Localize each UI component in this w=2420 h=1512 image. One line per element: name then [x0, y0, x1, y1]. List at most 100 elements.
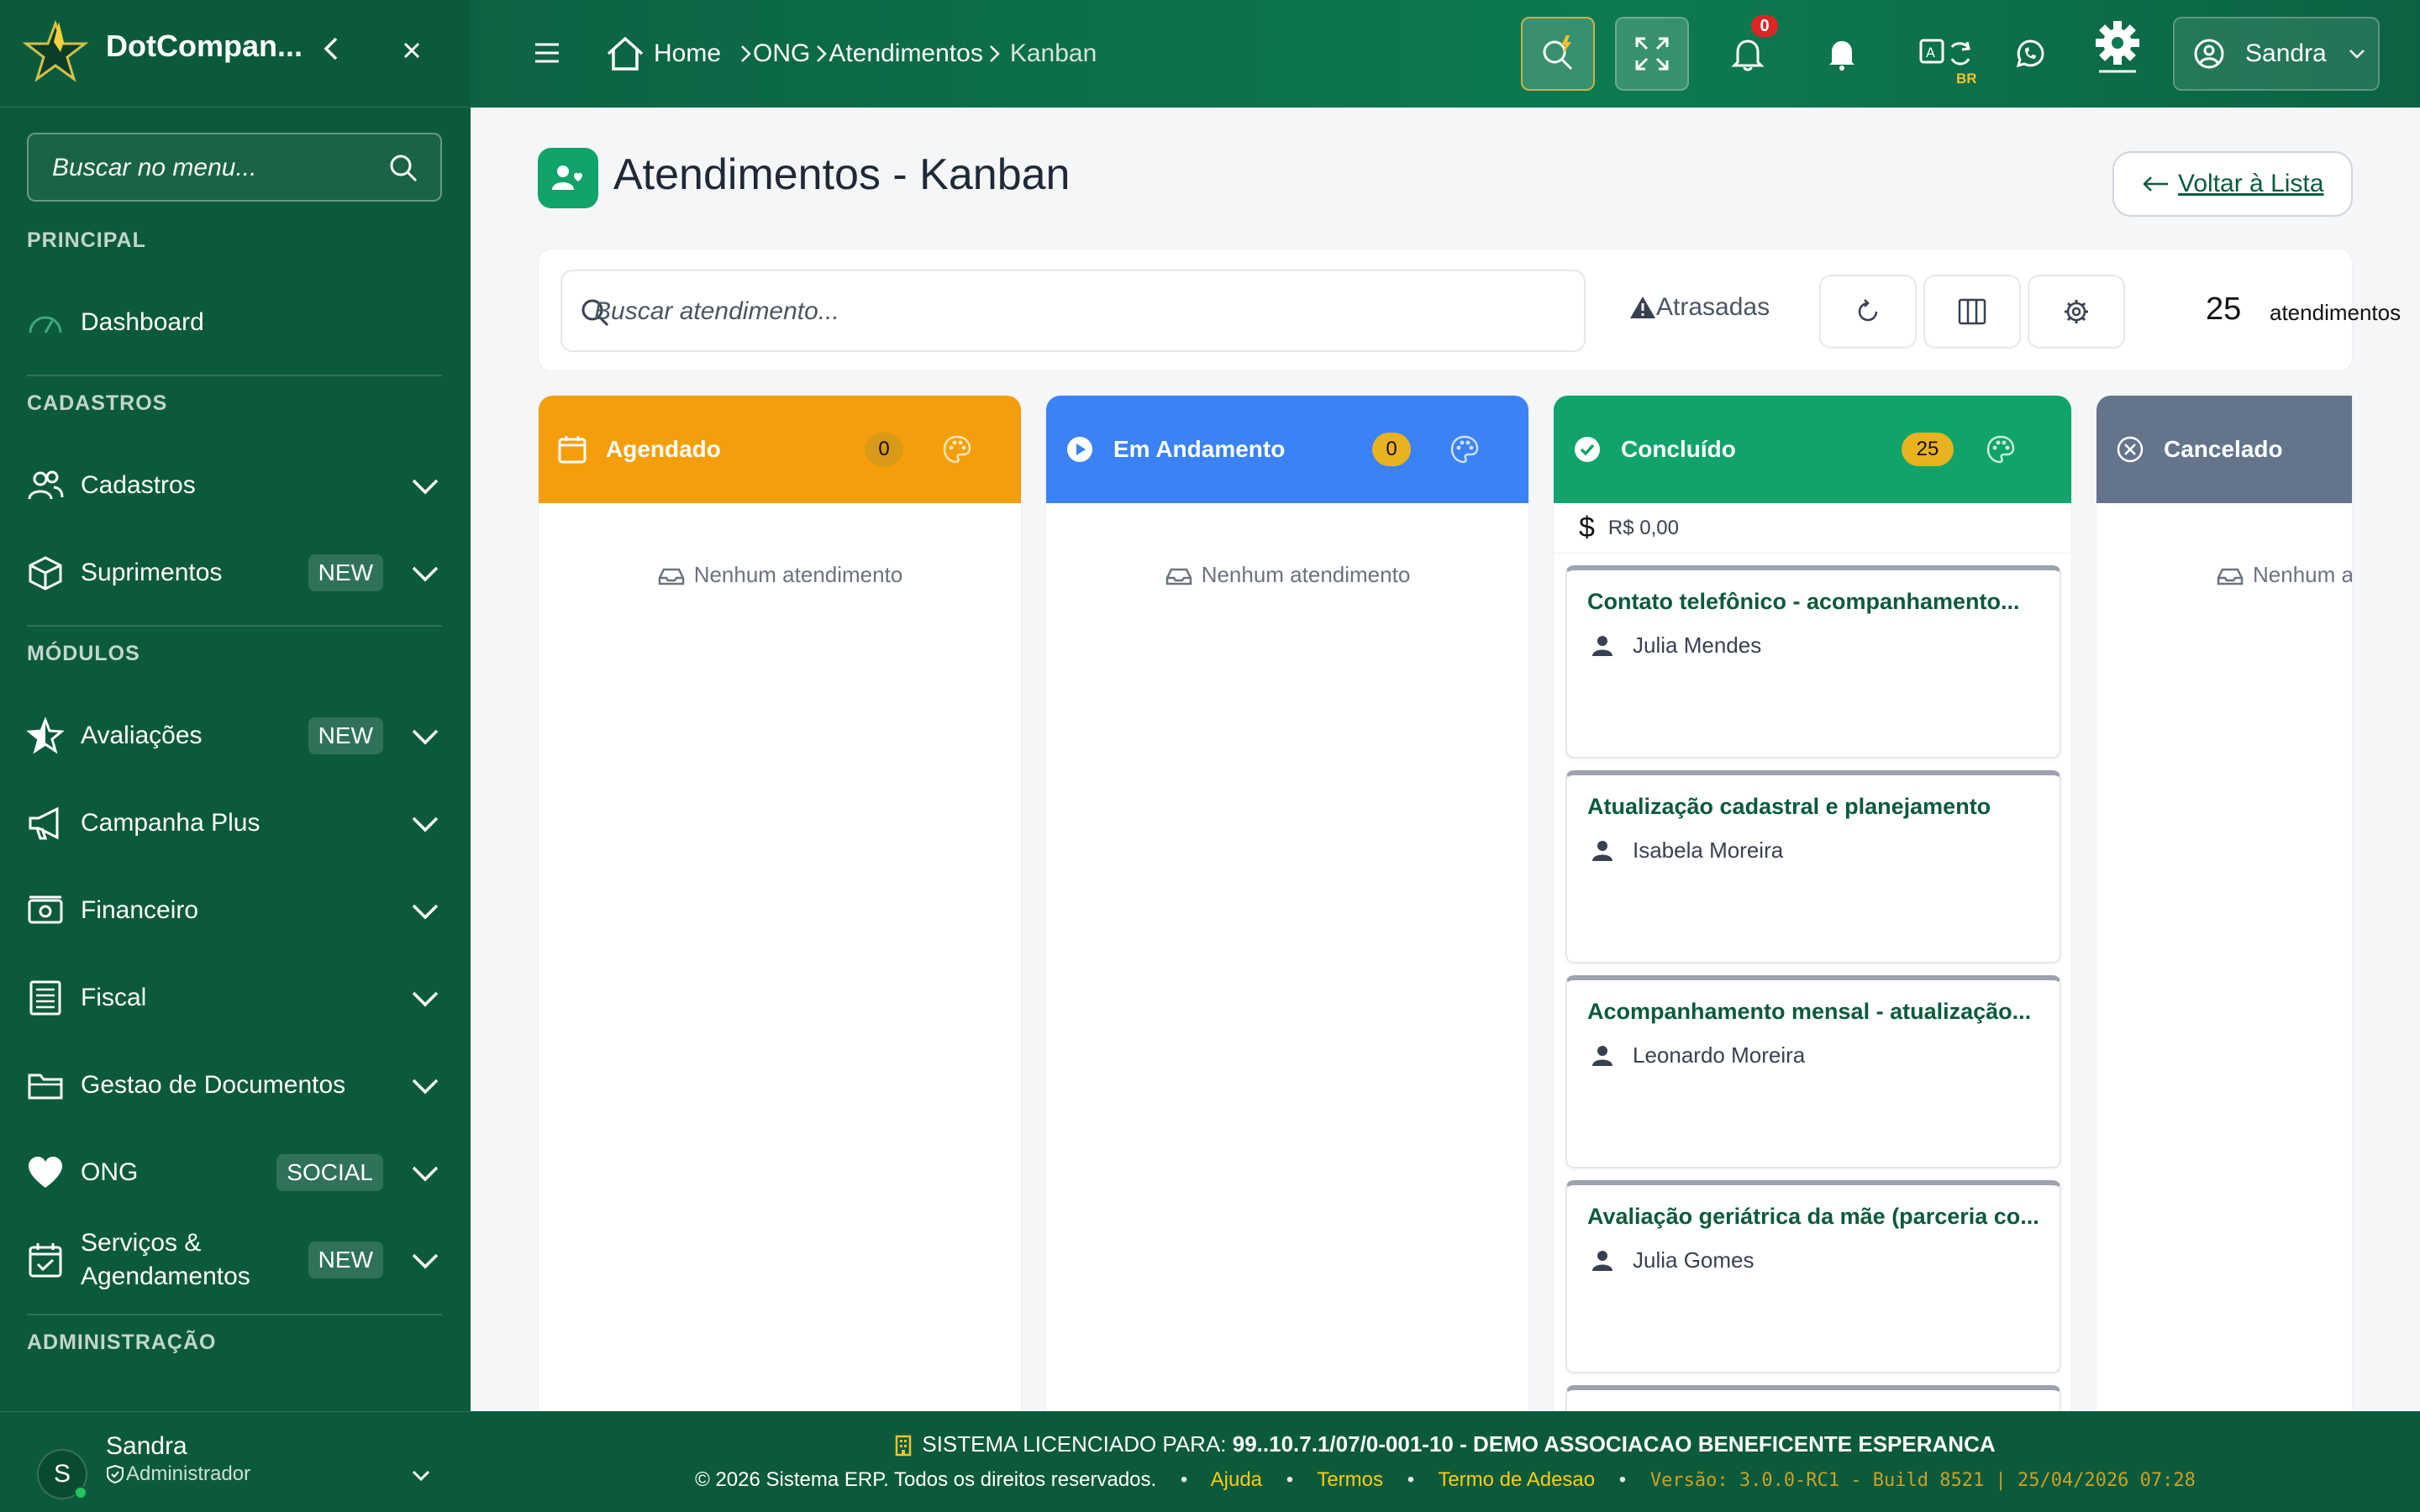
- card-person-name: Julia Mendes: [1633, 633, 1762, 658]
- chevron-down-icon: [412, 479, 439, 495]
- language-badge: BR: [1956, 71, 1977, 87]
- user-icon: [1592, 635, 1612, 656]
- sidebar-item-fiscal[interactable]: Fiscal: [27, 964, 442, 1032]
- copyright: © 2026 Sistema ERP. Todos os direitos re…: [695, 1468, 1157, 1491]
- sidebar-item-financeiro[interactable]: Financeiro: [27, 877, 442, 944]
- breadcrumb-separator-icon: [817, 45, 828, 62]
- settings-button[interactable]: [2092, 21, 2143, 73]
- sidebar-item-label: Fiscal: [81, 984, 147, 1011]
- sidebar-item-avaliacoes[interactable]: Avaliações NEW: [27, 702, 442, 769]
- back-to-list-button[interactable]: Voltar à Lista: [2112, 151, 2353, 217]
- search-bolt-icon: [1543, 35, 1573, 71]
- palette-icon[interactable]: [1986, 434, 2016, 465]
- attendance-search-input[interactable]: [592, 288, 1559, 335]
- column-title: Em Andamento: [1113, 436, 1286, 462]
- x-circle-icon: [2115, 433, 2149, 466]
- hamburger-menu-icon[interactable]: [533, 39, 561, 67]
- chevron-down-icon: [412, 566, 439, 582]
- chevron-down-icon[interactable]: [408, 1462, 434, 1488]
- sidebar-item-cadastros[interactable]: Cadastros: [27, 452, 442, 519]
- sidebar-item-ong[interactable]: ONG SOCIAL: [27, 1139, 442, 1206]
- palette-icon[interactable]: [1449, 434, 1480, 465]
- logo-star-icon: [22, 19, 89, 82]
- user-menu-button[interactable]: Sandra: [2173, 17, 2380, 91]
- expand-icon: [1635, 37, 1669, 71]
- kanban-card[interactable]: Avaliação geriátrica da mãe (parceria co…: [1565, 1180, 2061, 1373]
- palette-icon[interactable]: [942, 434, 972, 465]
- section-title-cadastros: CADASTROS: [27, 391, 168, 415]
- breadcrumb-separator-icon: [741, 45, 751, 62]
- sidebar-item-label: Dashboard: [81, 308, 204, 336]
- footer: SISTEMA LICENCIADO PARA: 99..10.7.1/07/0…: [471, 1411, 2420, 1512]
- column-count-badge: 25: [1902, 433, 1954, 466]
- attendance-count: 25: [2206, 291, 2242, 327]
- collapse-sidebar-icon[interactable]: [319, 32, 343, 74]
- topbar: Home ONG Atendimentos Kanban 0 A BR Sand…: [471, 0, 2420, 108]
- brand-name: DotCompan...: [106, 29, 302, 63]
- chevron-down-icon: [412, 729, 439, 745]
- empty-column-message: Nenhum at: [2096, 562, 2352, 588]
- sidebar-item-dashboard[interactable]: Dashboard: [27, 289, 442, 356]
- sidebar-item-label: Gestao de Documentos: [81, 1071, 346, 1099]
- column-count-badge: 0: [865, 433, 903, 466]
- kanban-column-em-andamento: Em Andamento 0 Nenhum atendimento: [1045, 395, 1529, 1411]
- sidebar-user-panel[interactable]: S Sandra Administrador: [0, 1411, 471, 1512]
- main-content: Atendimentos - Kanban Voltar à Lista Atr…: [471, 108, 2420, 1411]
- refresh-button[interactable]: [1819, 275, 1917, 349]
- alerts-button[interactable]: [1817, 29, 1867, 79]
- breadcrumb-atendimentos[interactable]: Atendimentos: [829, 39, 982, 68]
- inbox-icon: [2217, 568, 2244, 585]
- sidebar-item-label: Cadastros: [81, 471, 196, 499]
- separator-dot: •: [1407, 1468, 1415, 1491]
- page-icon: [538, 148, 598, 208]
- kanban-card[interactable]: Atualização cadastral e planejamento Isa…: [1565, 770, 2061, 963]
- shield-icon: [107, 1464, 124, 1484]
- empty-column-message: Nenhum atendimento: [539, 562, 1021, 588]
- kanban-settings-button[interactable]: [2028, 275, 2125, 349]
- card-person-name: Isabela Moreira: [1633, 837, 1784, 863]
- footer-links: © 2026 Sistema ERP. Todos os direitos re…: [471, 1468, 2420, 1492]
- kanban-card[interactable]: Contato telefônico - acompanhamento... J…: [1565, 565, 2061, 759]
- home-icon[interactable]: [605, 34, 645, 74]
- breadcrumb-ong[interactable]: ONG: [753, 39, 810, 68]
- sidebar-item-servicos-agendamentos[interactable]: Serviços & Agendamentos NEW: [27, 1226, 442, 1294]
- megaphone-icon: [27, 803, 81, 843]
- version-info: Versão: 3.0.0-RC1 - Build 8521 | 25/04/2…: [1649, 1470, 2196, 1491]
- empty-column-text: Nenhum at: [2253, 562, 2353, 587]
- overdue-filter-button[interactable]: Atrasadas: [1629, 293, 1770, 322]
- user-icon: [1592, 840, 1612, 861]
- help-link[interactable]: Ajuda: [1211, 1468, 1262, 1491]
- columns-button[interactable]: [1923, 275, 2021, 349]
- fullscreen-button[interactable]: [1615, 17, 1689, 91]
- column-header: Concluído 25: [1554, 396, 2071, 503]
- section-title-principal: PRINCIPAL: [27, 228, 146, 252]
- terms-link[interactable]: Termos: [1317, 1468, 1383, 1491]
- chevron-down-icon: [2349, 50, 2365, 59]
- sidebar-item-gestao-documentos[interactable]: Gestao de Documentos: [27, 1052, 442, 1119]
- close-sidebar-icon[interactable]: [400, 32, 424, 74]
- section-title-administracao: ADMINISTRAÇÃO: [27, 1331, 217, 1354]
- kanban-card-partial[interactable]: [1565, 1385, 2061, 1411]
- quick-search-button[interactable]: [1521, 17, 1595, 91]
- avatar-initial: S: [53, 1460, 71, 1488]
- separator-dot: •: [1180, 1468, 1188, 1491]
- empty-column-text: Nenhum atendimento: [1201, 562, 1411, 587]
- columns-icon: [1958, 298, 1986, 325]
- breadcrumb-home[interactable]: Home: [654, 39, 721, 68]
- whatsapp-button[interactable]: [2005, 29, 2055, 79]
- social-badge: SOCIAL: [276, 1154, 383, 1191]
- divider: [27, 625, 442, 627]
- sidebar-item-suprimentos[interactable]: Suprimentos NEW: [27, 539, 442, 606]
- kanban-card[interactable]: Acompanhamento mensal - atualização... L…: [1565, 975, 2061, 1168]
- license-line: SISTEMA LICENCIADO PARA: 99..10.7.1/07/0…: [471, 1431, 2420, 1457]
- column-total-value: R$ 0,00: [1607, 516, 1679, 539]
- gear-icon: [2096, 21, 2139, 73]
- receipt-icon: [27, 978, 81, 1018]
- kanban-column-cancelado: Cancelado Nenhum at: [2096, 395, 2353, 1411]
- inbox-icon: [658, 568, 684, 585]
- adhesion-terms-link[interactable]: Termo de Adesao: [1438, 1468, 1595, 1491]
- language-switch-button[interactable]: A BR: [1911, 29, 1981, 87]
- search-icon[interactable]: [387, 151, 420, 185]
- menu-search-input[interactable]: [50, 144, 387, 192]
- sidebar-item-campanha-plus[interactable]: Campanha Plus: [27, 790, 442, 857]
